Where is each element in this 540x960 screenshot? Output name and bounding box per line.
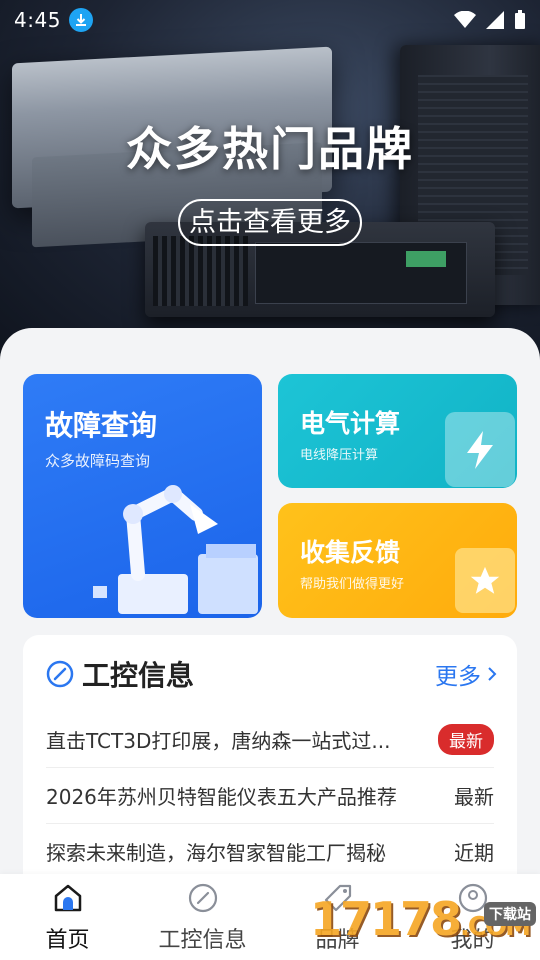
fault-query-subtitle: 众多故障码查询 [45, 452, 151, 470]
signal-icon [486, 11, 504, 29]
watermark-text: 17178 [310, 892, 462, 946]
robot-arm-icon [93, 485, 258, 614]
star-icon [455, 548, 515, 613]
battery-icon [515, 10, 525, 29]
banner-title: 众多热门品牌 [126, 122, 414, 176]
chevron-right-icon [488, 667, 497, 681]
news-item-tag: 最新 [438, 723, 494, 755]
home-icon [50, 880, 86, 916]
wifi-icon [454, 11, 476, 28]
news-more-link[interactable]: 更多 [435, 657, 497, 691]
status-icons [454, 10, 526, 30]
fault-query-title: 故障查询 [45, 409, 158, 442]
hero-banner[interactable]: 众多热门品牌 点击查看更多 [0, 0, 540, 360]
power-supply-fins [153, 236, 248, 306]
watermark-badge: 下载站 [484, 902, 536, 926]
compass-icon [185, 880, 221, 916]
electrical-calc-title: 电气计算 [300, 409, 401, 438]
electrical-calc-card[interactable]: 电气计算 电线降压计算 [278, 374, 517, 488]
news-item-tag: 最新 [454, 784, 494, 809]
nav-industrial-info[interactable]: 工控信息 [135, 874, 270, 960]
news-list-item[interactable]: 探索未来制造，海尔智家智能工厂揭秘 近期 [46, 823, 494, 879]
power-supply-panel [255, 242, 467, 304]
nav-industrial-info-label: 工控信息 [158, 928, 247, 953]
news-title: 工控信息 [82, 659, 195, 692]
news-item-tag: 近期 [454, 840, 494, 865]
feedback-card[interactable]: 收集反馈 帮助我们做得更好 [278, 503, 517, 618]
news-list-item[interactable]: 2026年苏州贝特智能仪表五大产品推荐 最新 [46, 767, 494, 824]
electrical-calc-subtitle: 电线降压计算 [300, 448, 379, 463]
lightning-icon [445, 412, 515, 487]
news-item-title: 探索未来制造，海尔智家智能工厂揭秘 [46, 840, 386, 865]
nav-home[interactable]: 首页 [0, 874, 135, 960]
status-time: 4:45 [14, 8, 61, 32]
compass-icon [46, 660, 74, 688]
news-item-title: 2026年苏州贝特智能仪表五大产品推荐 [46, 784, 397, 809]
news-header: 工控信息 更多 [46, 657, 497, 692]
download-icon [68, 8, 93, 32]
nav-home-label: 首页 [45, 928, 90, 953]
news-more-label: 更多 [435, 664, 481, 690]
feedback-subtitle: 帮助我们做得更好 [300, 577, 405, 592]
site-watermark-logo: 17178.COM 下载站 [310, 892, 540, 960]
feedback-title: 收集反馈 [300, 538, 401, 567]
fault-query-card[interactable]: 故障查询 众多故障码查询 [23, 374, 262, 618]
power-supply-screen [406, 251, 446, 267]
news-list-item[interactable]: 直击TCT3D打印展，唐纳森一站式过... 最新 [46, 711, 494, 768]
news-item-title: 直击TCT3D打印展，唐纳森一站式过... [46, 728, 391, 753]
view-more-button[interactable]: 点击查看更多 [178, 199, 362, 246]
status-bar: 4:45 [0, 0, 540, 40]
